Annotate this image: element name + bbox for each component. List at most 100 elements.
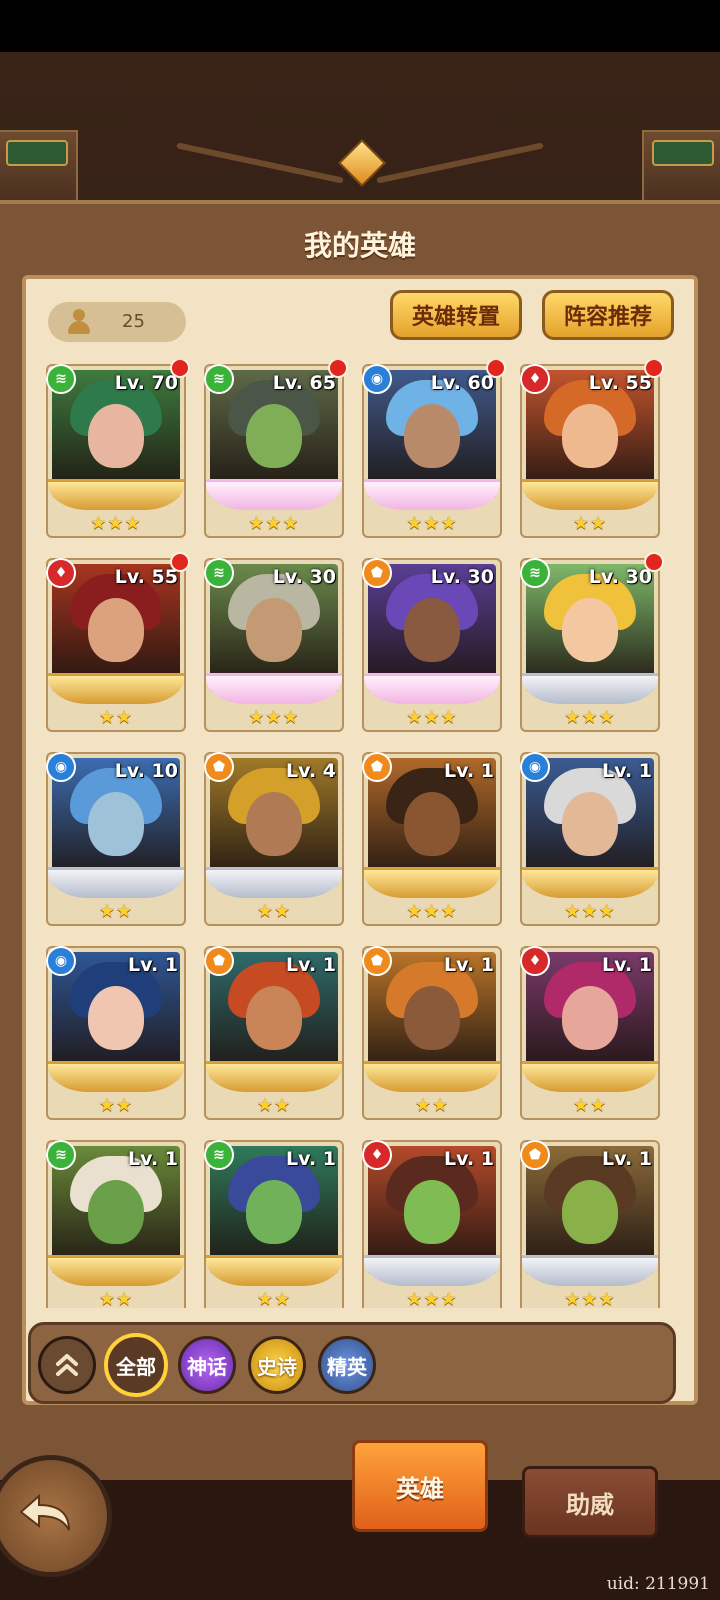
wind-element-icon: ≋ (520, 558, 550, 588)
rarity-frame (364, 1255, 500, 1286)
hero-level: Lv. 1 (286, 1148, 336, 1170)
rarity-frame (364, 673, 500, 704)
hero-face (404, 792, 460, 856)
filter-epic[interactable]: 史诗 (248, 1336, 306, 1394)
hero-card[interactable]: Lv. 60 ◉ ★★★ (362, 360, 506, 538)
back-arrow-icon (19, 1493, 70, 1531)
hero-level: Lv. 1 (444, 1148, 494, 1170)
hero-stars: ★★★ (406, 513, 458, 534)
hero-face (562, 404, 618, 468)
hero-face (562, 598, 618, 662)
double-chevron-up-icon (56, 1354, 78, 1376)
hero-face (88, 1180, 144, 1244)
person-icon (66, 309, 92, 335)
notification-dot (170, 552, 190, 572)
hero-level: Lv. 65 (272, 372, 336, 394)
hero-card[interactable]: Lv. 30 ≋ ★★★ (520, 552, 664, 732)
hero-level: Lv. 70 (114, 372, 178, 394)
hero-level: Lv. 1 (128, 1148, 178, 1170)
hero-level: Lv. 1 (128, 954, 178, 976)
hero-stars: ★★ (414, 1095, 450, 1116)
hero-card[interactable]: Lv. 4 ⬟ ★★ (204, 752, 344, 926)
hero-face (404, 986, 460, 1050)
light-element-icon: ⬟ (362, 946, 392, 976)
user-id-label: uid: 211991 (606, 1574, 710, 1594)
hero-stars: ★★ (98, 707, 134, 728)
hero-stars: ★★ (98, 1289, 134, 1308)
hero-transfer-button[interactable]: 英雄转置 (390, 290, 522, 340)
hero-face (246, 1180, 302, 1244)
rarity-frame (522, 479, 658, 510)
hero-level: Lv. 30 (430, 566, 494, 588)
wind-element-icon: ≋ (46, 364, 76, 394)
collapse-button[interactable] (38, 1336, 96, 1394)
wind-element-icon: ≋ (204, 1140, 234, 1170)
notification-dot (644, 360, 664, 378)
light-element-icon: ⬟ (204, 752, 234, 782)
notification-dot (644, 552, 664, 572)
light-element-icon: ⬟ (362, 752, 392, 782)
hero-face (88, 792, 144, 856)
hero-card[interactable]: Lv. 1 ◉ ★★ (46, 946, 186, 1120)
hero-card[interactable]: Lv. 1 ≋ ★★ (46, 1140, 186, 1308)
hero-face (404, 404, 460, 468)
hero-card[interactable]: Lv. 1 ♦ ★★★ (362, 1140, 502, 1308)
rarity-frame (48, 867, 184, 898)
water-element-icon: ◉ (46, 946, 76, 976)
hero-stars: ★★ (256, 1289, 292, 1308)
hero-face (88, 986, 144, 1050)
hero-card[interactable]: Lv. 1 ◉ ★★★ (520, 752, 660, 926)
hero-stars: ★★ (256, 901, 292, 922)
hero-face (562, 1180, 618, 1244)
rarity-frame (522, 1061, 658, 1092)
hero-level: Lv. 1 (444, 760, 494, 782)
hero-level: Lv. 55 (114, 566, 178, 588)
light-element-icon: ⬟ (204, 946, 234, 976)
tab-support[interactable]: 助威 (522, 1466, 658, 1538)
wind-element-icon: ≋ (204, 558, 234, 588)
rarity-frame (206, 673, 342, 704)
hero-level: Lv. 1 (602, 954, 652, 976)
status-bar-area (0, 0, 720, 52)
hero-card[interactable]: Lv. 1 ⬟ ★★ (362, 946, 502, 1120)
crest-gem-icon (310, 138, 410, 208)
hero-card[interactable]: Lv. 1 ≋ ★★ (204, 1140, 344, 1308)
hero-card[interactable]: Lv. 1 ⬟ ★★ (204, 946, 344, 1120)
hero-level: Lv. 10 (114, 760, 178, 782)
hero-card[interactable]: Lv. 30 ≋ ★★★ (204, 558, 344, 732)
hero-face (246, 986, 302, 1050)
page-title: 我的英雄 (303, 229, 416, 262)
hero-card[interactable]: Lv. 1 ⬟ ★★★ (520, 1140, 660, 1308)
hero-face (246, 404, 302, 468)
hero-stars: ★★ (98, 901, 134, 922)
hero-level: Lv. 60 (430, 372, 494, 394)
filter-elite[interactable]: 精英 (318, 1336, 376, 1394)
hero-card[interactable]: Lv. 65 ≋ ★★★ (204, 360, 348, 538)
lineup-recommend-button[interactable]: 阵容推荐 (542, 290, 674, 340)
water-element-icon: ◉ (520, 752, 550, 782)
hero-card[interactable]: Lv. 70 ≋ ★★★ (46, 360, 190, 538)
notification-dot (170, 360, 190, 378)
water-element-icon: ◉ (46, 752, 76, 782)
hero-stars: ★★★ (406, 707, 458, 728)
filter-all[interactable]: 全部 (104, 1333, 168, 1397)
tab-heroes[interactable]: 英雄 (352, 1440, 488, 1532)
fire-element-icon: ♦ (46, 558, 76, 588)
hero-card[interactable]: Lv. 55 ♦ ★★ (520, 360, 664, 538)
filter-myth[interactable]: 神话 (178, 1336, 236, 1394)
hero-card[interactable]: Lv. 1 ⬟ ★★★ (362, 752, 502, 926)
hero-face (88, 404, 144, 468)
hero-card[interactable]: Lv. 55 ♦ ★★ (46, 552, 190, 732)
notification-dot (328, 360, 348, 378)
hero-card[interactable]: Lv. 30 ⬟ ★★★ (362, 558, 502, 732)
wind-element-icon: ≋ (204, 364, 234, 394)
hero-card[interactable]: Lv. 10 ◉ ★★ (46, 752, 186, 926)
water-element-icon: ◉ (362, 364, 392, 394)
hero-stars: ★★ (572, 1095, 608, 1116)
hero-stars: ★★★ (406, 901, 458, 922)
rarity-frame (206, 1061, 342, 1092)
fire-element-icon: ♦ (520, 946, 550, 976)
hero-level: Lv. 1 (602, 1148, 652, 1170)
hero-card[interactable]: Lv. 1 ♦ ★★ (520, 946, 660, 1120)
hero-face (562, 792, 618, 856)
